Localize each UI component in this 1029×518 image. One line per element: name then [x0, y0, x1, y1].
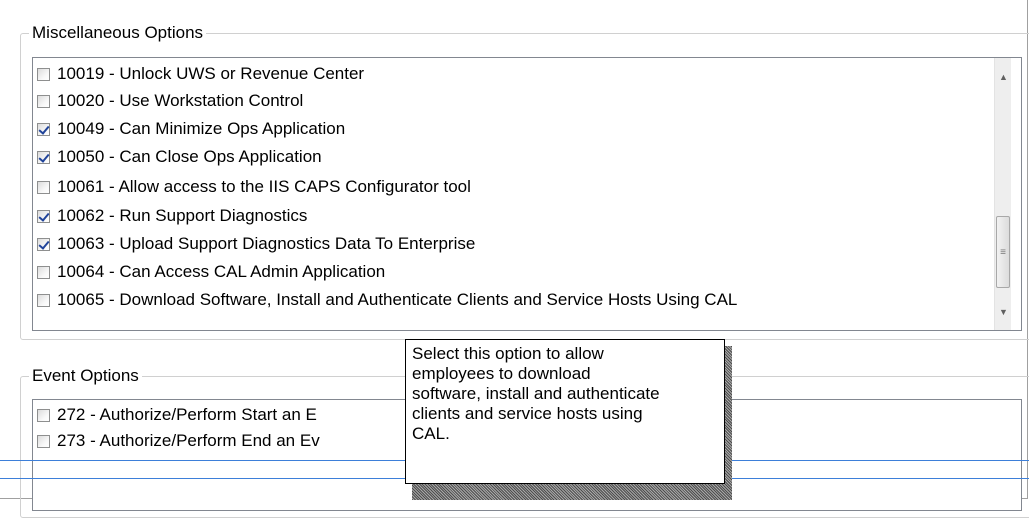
tooltip-line: clients and service hosts using — [412, 404, 643, 423]
list-item-label: 10063 - Upload Support Diagnostics Data … — [57, 234, 476, 253]
list-item-label: 10050 - Can Close Ops Application — [57, 147, 322, 166]
misc-options-title: Miscellaneous Options — [29, 22, 207, 44]
checkbox-checked[interactable] — [37, 237, 50, 251]
list-item-label: 10062 - Run Support Diagnostics — [57, 206, 308, 225]
list-item[interactable]: 10064 - Can Access CAL Admin Application — [37, 259, 385, 285]
checkbox[interactable] — [37, 434, 50, 448]
list-item[interactable]: 10049 - Can Minimize Ops Application — [37, 116, 345, 142]
list-item[interactable]: 10062 - Run Support Diagnostics — [37, 203, 307, 229]
tooltip: Select this option to allow employees to… — [405, 339, 725, 484]
list-item-label: 10049 - Can Minimize Ops Application — [57, 119, 346, 138]
checkbox[interactable] — [37, 180, 50, 194]
tooltip-line: CAL. — [412, 424, 450, 443]
list-item-label: 10020 - Use Workstation Control — [57, 91, 304, 110]
scroll-up-icon[interactable]: ▲ — [995, 68, 1012, 85]
list-item[interactable]: 10065 - Download Software, Install and A… — [37, 287, 737, 313]
vertical-scrollbar[interactable]: ▲ ≡ ▼ — [994, 58, 1011, 330]
checkbox[interactable] — [37, 94, 50, 108]
checkbox[interactable] — [37, 265, 50, 279]
scroll-down-icon[interactable]: ▼ — [995, 303, 1012, 320]
list-item[interactable]: 10050 - Can Close Ops Application — [37, 144, 322, 170]
misc-options-list[interactable]: 10019 - Unlock UWS or Revenue Center 100… — [32, 57, 1022, 331]
checkbox[interactable] — [37, 408, 50, 422]
tooltip-line: software, install and authenticate — [412, 384, 660, 403]
event-options-title: Event Options — [29, 365, 142, 387]
list-item-label: 10065 - Download Software, Install and A… — [57, 290, 738, 309]
list-item-label: 272 - Authorize/Perform Start an E — [57, 405, 317, 424]
list-item-label: 10064 - Can Access CAL Admin Application — [57, 262, 386, 281]
list-item[interactable]: 10061 - Allow access to the IIS CAPS Con… — [37, 174, 471, 200]
list-item[interactable]: 10063 - Upload Support Diagnostics Data … — [37, 231, 475, 257]
tooltip-line: Select this option to allow — [412, 344, 604, 363]
checkbox[interactable] — [37, 293, 50, 307]
scrollbar-thumb[interactable]: ≡ — [996, 216, 1010, 288]
list-item[interactable]: 10019 - Unlock UWS or Revenue Center — [37, 61, 364, 87]
list-item[interactable]: 272 - Authorize/Perform Start an E — [37, 402, 317, 428]
checkbox-checked[interactable] — [37, 122, 50, 136]
grip-icon: ≡ — [1000, 246, 1006, 258]
checkbox-checked[interactable] — [37, 150, 50, 164]
checkbox-checked[interactable] — [37, 209, 50, 223]
list-item[interactable]: 273 - Authorize/Perform End an Ev — [37, 428, 320, 454]
list-item-label: 10061 - Allow access to the IIS CAPS Con… — [57, 177, 471, 196]
misc-options-group: Miscellaneous Options 10019 - Unlock UWS… — [20, 22, 1029, 340]
checkbox[interactable] — [37, 67, 50, 81]
list-item[interactable]: 10020 - Use Workstation Control — [37, 88, 303, 114]
list-item-label: 10019 - Unlock UWS or Revenue Center — [57, 64, 365, 83]
tooltip-line: employees to download — [412, 364, 591, 383]
list-item-label: 273 - Authorize/Perform End an Ev — [57, 431, 320, 450]
